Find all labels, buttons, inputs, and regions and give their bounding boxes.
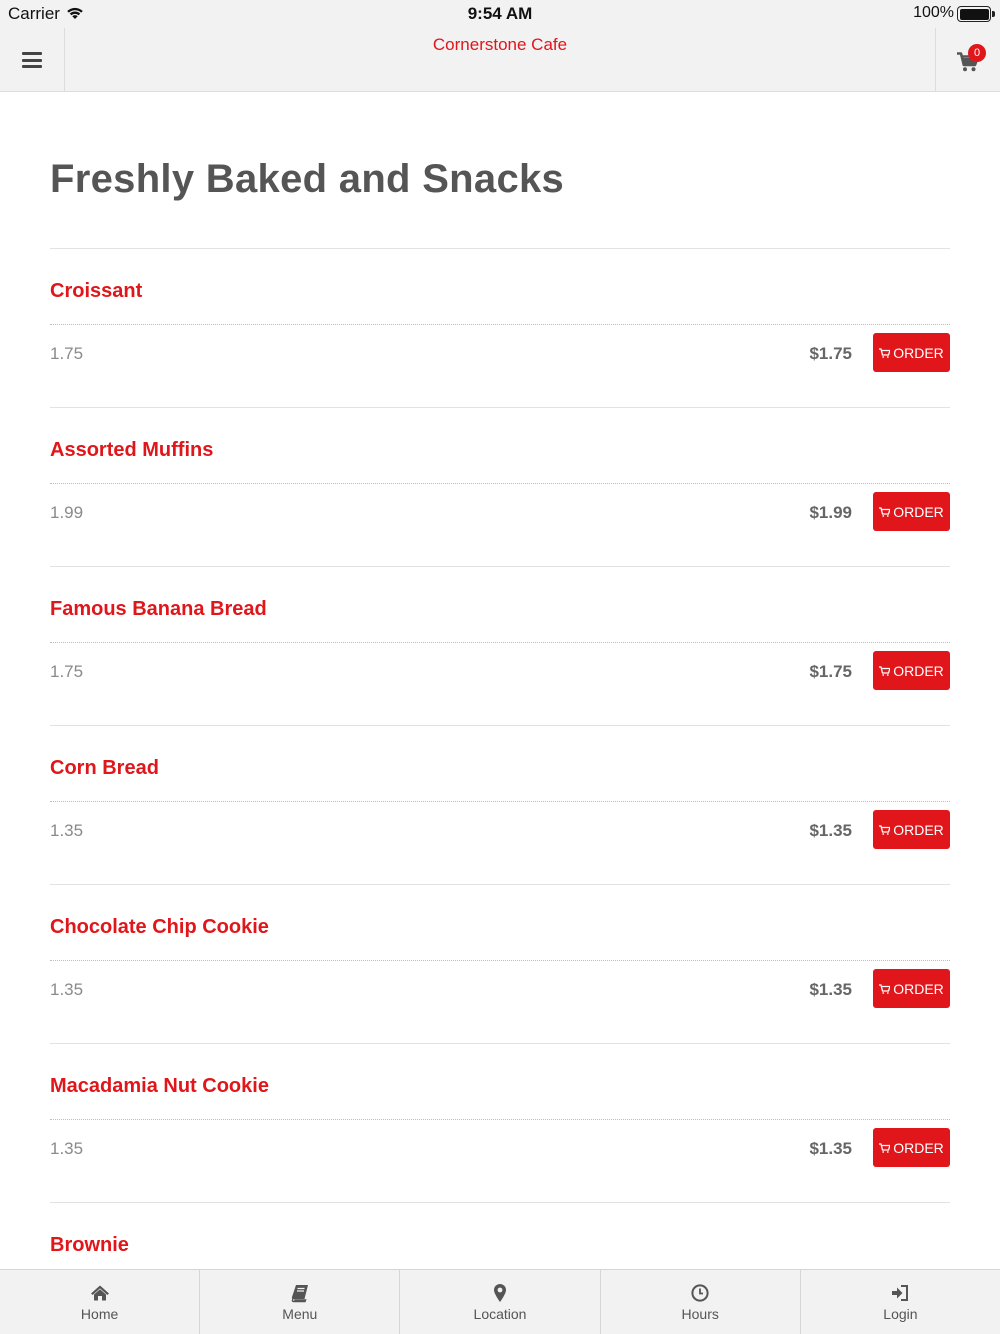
tab-menu[interactable]: Menu xyxy=(200,1270,401,1334)
battery-cap xyxy=(992,11,995,17)
menu-item: Assorted Muffins 1.99 $1.99 ORDER xyxy=(50,407,950,566)
item-description: 1.75 xyxy=(50,344,84,363)
order-label: ORDER xyxy=(893,1139,944,1156)
menu-item: Macadamia Nut Cookie 1.35 $1.35 ORDER xyxy=(50,1043,950,1202)
main-content[interactable]: Freshly Baked and Snacks Croissant 1.75 … xyxy=(0,93,1000,1269)
map-pin-icon xyxy=(494,1284,506,1302)
tab-label: Menu xyxy=(282,1306,318,1322)
menu-item: Famous Banana Bread 1.75 $1.75 ORDER xyxy=(50,566,950,725)
order-label: ORDER xyxy=(893,980,944,997)
cart-plus-icon xyxy=(879,824,891,835)
menu-item: Corn Bread 1.35 $1.35 ORDER xyxy=(50,725,950,884)
dotted-divider xyxy=(50,801,950,802)
home-icon xyxy=(90,1285,109,1301)
tab-label: Login xyxy=(883,1306,918,1322)
item-price: $1.35 xyxy=(809,1139,852,1158)
item-price: $1.75 xyxy=(809,662,852,681)
tab-location[interactable]: Location xyxy=(400,1270,601,1334)
dotted-divider xyxy=(50,324,950,325)
clock-time: 9:54 AM xyxy=(467,4,533,23)
tab-login[interactable]: Login xyxy=(801,1270,1000,1334)
item-price: $1.35 xyxy=(809,980,852,999)
item-name[interactable]: Famous Banana Bread xyxy=(50,598,267,621)
cart-plus-icon xyxy=(879,1142,891,1153)
cart-count-badge: 0 xyxy=(968,44,986,62)
order-button[interactable]: ORDER xyxy=(873,651,950,690)
cart-plus-icon xyxy=(879,665,891,676)
item-description: 1.35 xyxy=(50,1139,84,1158)
app-title: Cornerstone Cafe xyxy=(432,35,568,54)
item-name[interactable]: Macadamia Nut Cookie xyxy=(50,1075,269,1098)
item-price: $1.75 xyxy=(809,344,852,363)
battery-icon xyxy=(957,6,991,22)
order-label: ORDER xyxy=(893,821,944,838)
order-label: ORDER xyxy=(893,344,944,361)
item-description: 1.35 xyxy=(50,821,84,840)
dotted-divider xyxy=(50,483,950,484)
sign-in-icon xyxy=(892,1285,909,1301)
item-description: 1.35 xyxy=(50,980,84,999)
item-price: $1.99 xyxy=(809,503,852,522)
cart-plus-icon xyxy=(879,983,891,994)
item-name[interactable]: Assorted Muffins xyxy=(50,439,213,462)
item-description: 1.75 xyxy=(50,662,84,681)
item-description: 1.99 xyxy=(50,503,84,522)
battery-percent: 100% xyxy=(913,4,954,21)
order-label: ORDER xyxy=(893,662,944,679)
clock-icon xyxy=(691,1284,709,1302)
tab-label: Location xyxy=(473,1306,527,1322)
order-button[interactable]: ORDER xyxy=(873,969,950,1008)
order-button[interactable]: ORDER xyxy=(873,333,950,372)
menu-item: Brownie xyxy=(50,1202,950,1269)
order-button[interactable]: ORDER xyxy=(873,810,950,849)
dotted-divider xyxy=(50,642,950,643)
status-bar: Carrier 9:54 AM 100% xyxy=(0,0,1000,28)
cart-plus-icon xyxy=(879,506,891,517)
dotted-divider xyxy=(50,960,950,961)
order-label: ORDER xyxy=(893,503,944,520)
tab-home[interactable]: Home xyxy=(0,1270,201,1334)
item-price: $1.35 xyxy=(809,821,852,840)
book-icon xyxy=(291,1285,308,1303)
order-button[interactable]: ORDER xyxy=(873,492,950,531)
page-title: Freshly Baked and Snacks xyxy=(50,157,565,201)
bottom-tab-bar: Home Menu Location Hours Login xyxy=(0,1269,1000,1334)
tab-hours[interactable]: Hours xyxy=(601,1270,801,1334)
tab-label: Hours xyxy=(681,1306,719,1322)
tab-label: Home xyxy=(80,1306,119,1322)
app-header: Cornerstone Cafe 0 xyxy=(0,28,1000,92)
item-name[interactable]: Brownie xyxy=(50,1234,129,1257)
item-name[interactable]: Corn Bread xyxy=(50,757,159,780)
order-button[interactable]: ORDER xyxy=(873,1128,950,1167)
menu-item: Chocolate Chip Cookie 1.35 $1.35 ORDER xyxy=(50,884,950,1043)
menu-item: Croissant 1.75 $1.75 ORDER xyxy=(50,248,950,407)
item-name[interactable]: Chocolate Chip Cookie xyxy=(50,916,269,939)
menu-item-list: Croissant 1.75 $1.75 ORDER Assorted Muff… xyxy=(50,248,950,1269)
item-name[interactable]: Croissant xyxy=(50,280,142,303)
dotted-divider xyxy=(50,1119,950,1120)
cart-button[interactable]: 0 xyxy=(935,28,1000,92)
cart-plus-icon xyxy=(879,347,891,358)
